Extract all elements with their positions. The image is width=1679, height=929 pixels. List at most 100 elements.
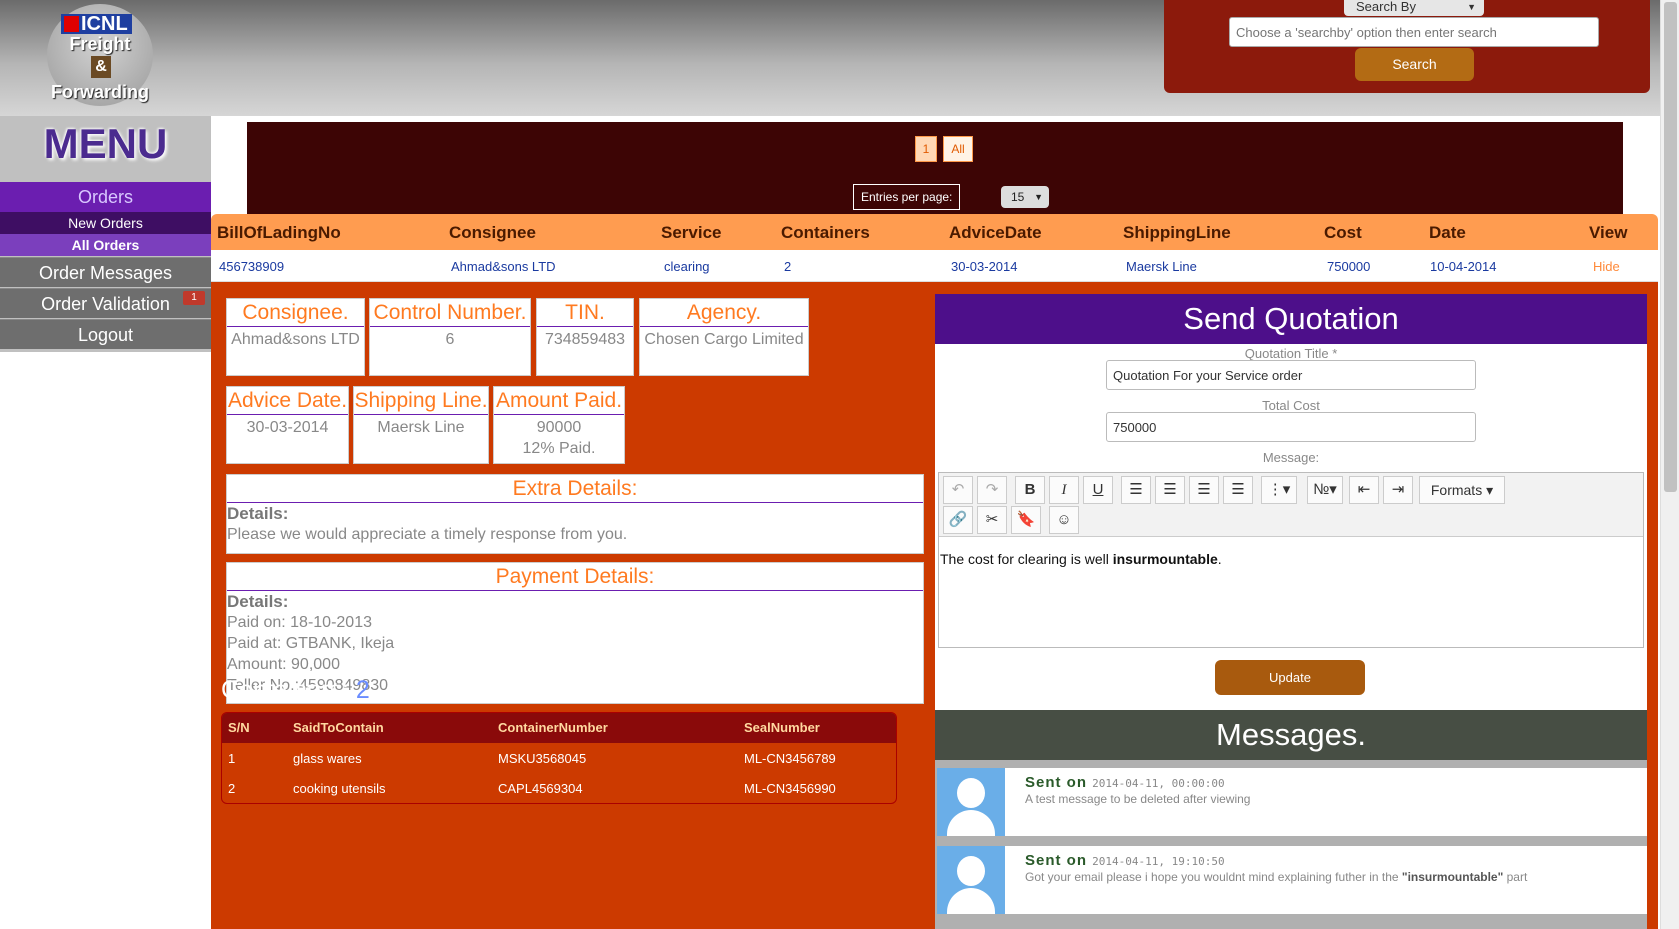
logo-amp: & (91, 56, 111, 78)
emoticon-icon[interactable]: ☺ (1049, 506, 1079, 534)
extra-details-text: Please we would appreciate a timely resp… (227, 526, 628, 543)
search-button[interactable]: Search (1355, 48, 1474, 81)
column-header[interactable]: Containers (781, 223, 870, 243)
extra-details-label: Extra Details: (227, 475, 923, 503)
bookmark-icon[interactable]: 🔖 (1011, 506, 1041, 534)
numbered-list-icon[interactable]: №▾ (1307, 476, 1343, 504)
avatar (937, 846, 1005, 914)
align-right-icon[interactable]: ☰ (1189, 476, 1219, 504)
logo[interactable]: ICNL Freight & Forwarding (47, 4, 153, 106)
tin-label: TIN. (537, 299, 633, 327)
consignee-card: Consignee. Ahmad&sons LTD (226, 298, 365, 376)
link-icon[interactable]: 🔗 (943, 506, 973, 534)
outdent-icon[interactable]: ⇤ (1349, 476, 1379, 504)
column-header[interactable]: ShippingLine (1123, 223, 1231, 243)
bullet-list-icon[interactable]: ⋮▾ (1261, 476, 1297, 504)
logo-line1: Freight (69, 34, 131, 54)
advice-date-card: Advice Date. 30-03-2014 (226, 386, 349, 464)
advice-date-value: 30-03-2014 (246, 419, 329, 436)
entries-per-page-select[interactable]: 15 ▼ (1001, 186, 1049, 208)
amount-paid-card: Amount Paid. 90000 12% Paid. (493, 386, 625, 464)
formats-label: Formats (1430, 482, 1483, 498)
align-left-icon[interactable]: ☰ (1121, 476, 1151, 504)
table-row[interactable]: 456738909 Ahmad&sons LTD clearing 2 30-0… (211, 250, 1658, 282)
column-header[interactable]: View (1589, 223, 1627, 243)
agency-label: Agency. (640, 299, 808, 327)
sidebar-item-order-messages[interactable]: Order Messages (0, 257, 211, 287)
indent-icon[interactable]: ⇥ (1383, 476, 1413, 504)
tin-value: 734859483 (544, 331, 626, 348)
align-center-icon[interactable]: ☰ (1155, 476, 1185, 504)
justify-icon[interactable]: ☰ (1223, 476, 1253, 504)
page-button-all[interactable]: All (943, 136, 973, 162)
sidebar-item-new-orders[interactable]: New Orders (0, 212, 211, 234)
message-body: A test message to be deleted after viewi… (1025, 792, 1251, 806)
cell-contents: cooking utensils (293, 781, 386, 796)
amount-paid-label: Amount Paid. (494, 387, 624, 415)
quotation-title-label: Quotation Title * (1244, 346, 1338, 361)
formats-dropdown[interactable]: Formats ▾ (1419, 476, 1505, 504)
cell-consignee: Ahmad&sons LTD (451, 259, 556, 274)
editor-content[interactable]: The cost for clearing is well insurmount… (939, 537, 1643, 581)
cell-containers: 2 (784, 259, 792, 274)
paid-at: Paid at: GTBANK, Ikeja (227, 635, 395, 652)
cell-seal-number: ML-CN3456990 (744, 781, 836, 796)
chevron-down-icon: ▼ (1467, 2, 1476, 12)
hide-link[interactable]: Hide (1593, 259, 1620, 274)
message-editor: ↶ ↷ B I U ☰ ☰ ☰ ☰ ⋮▾ №▾ ⇤ ⇥ Formats ▾ 🔗 … (938, 472, 1644, 648)
notification-badge: 1 (183, 291, 205, 305)
cell-date: 10-04-2014 (1430, 259, 1497, 274)
page-button-1[interactable]: 1 (915, 136, 937, 162)
cell-cost: 750000 (1327, 259, 1371, 274)
containers-title: Containers: 2 (221, 676, 370, 705)
undo-icon[interactable]: ↶ (943, 476, 973, 504)
message-label: Message: (1262, 450, 1320, 465)
cell-shipping-line: Maersk Line (1126, 259, 1197, 274)
message-text: A test message to be deleted after viewi… (1025, 792, 1250, 806)
logo-line2: Forwarding (51, 82, 149, 102)
italic-icon[interactable]: I (1049, 476, 1079, 504)
column-header[interactable]: AdviceDate (949, 223, 1042, 243)
column-header[interactable]: Service (661, 223, 722, 243)
entries-value: 15 (1011, 190, 1025, 204)
containers-table: S/N SaidToContain ContainerNumber SealNu… (221, 712, 897, 804)
extra-details-sublabel: Details: (227, 504, 289, 523)
editor-text-end: . (1217, 551, 1222, 567)
cell-sn: 2 (228, 781, 236, 796)
total-cost-input[interactable] (1106, 412, 1476, 442)
table-row: 2 cooking utensils CAPL4569304 ML-CN3456… (222, 773, 896, 803)
scrollbar-thumb[interactable] (1664, 2, 1677, 492)
sidebar-item-logout[interactable]: Logout (0, 319, 211, 349)
message-text: Got your email please i hope you wouldnt… (1025, 870, 1527, 884)
shipping-line-label: Shipping Line. (354, 387, 488, 415)
orders-table: BillOfLadingNo Consignee Service Contain… (211, 214, 1658, 282)
quotation-title-input[interactable] (1106, 360, 1476, 390)
column-header[interactable]: Date (1429, 223, 1466, 243)
search-input[interactable] (1229, 17, 1599, 47)
sidebar-item-all-orders[interactable]: All Orders (0, 234, 211, 256)
advice-date-label: Advice Date. (227, 387, 348, 415)
page-scrollbar[interactable] (1660, 0, 1679, 929)
column-header[interactable]: Cost (1324, 223, 1362, 243)
pagination-bar: 1 All Entries per page: 15 ▼ (247, 122, 1623, 218)
table-row: 1 glass wares MSKU3568045 ML-CN3456789 (222, 743, 896, 773)
column-header: ContainerNumber (498, 720, 608, 735)
avatar (937, 768, 1005, 836)
underline-icon[interactable]: U (1083, 476, 1113, 504)
bold-icon[interactable]: B (1015, 476, 1045, 504)
entries-per-page-label: Entries per page: (853, 184, 961, 210)
shipping-line-card: Shipping Line. Maersk Line (353, 386, 489, 464)
sidebar-item-orders[interactable]: Orders (0, 182, 211, 212)
searchby-select[interactable]: Search By ▼ (1344, 0, 1484, 16)
column-header[interactable]: BillOfLadingNo (217, 223, 341, 243)
unlink-icon[interactable]: ✂ (977, 506, 1007, 534)
cell-service: clearing (664, 259, 710, 274)
column-header[interactable]: Consignee (449, 223, 536, 243)
editor-text: The cost for clearing is well (940, 551, 1113, 567)
shipping-line-value: Maersk Line (377, 419, 465, 436)
cell-container-number: CAPL4569304 (498, 781, 583, 796)
message-timestamp: 2014-04-11, 00:00:00 (1092, 777, 1225, 790)
sidebar-item-order-validation[interactable]: Order Validation 1 (0, 288, 211, 318)
update-button[interactable]: Update (1215, 660, 1365, 695)
redo-icon[interactable]: ↷ (977, 476, 1007, 504)
